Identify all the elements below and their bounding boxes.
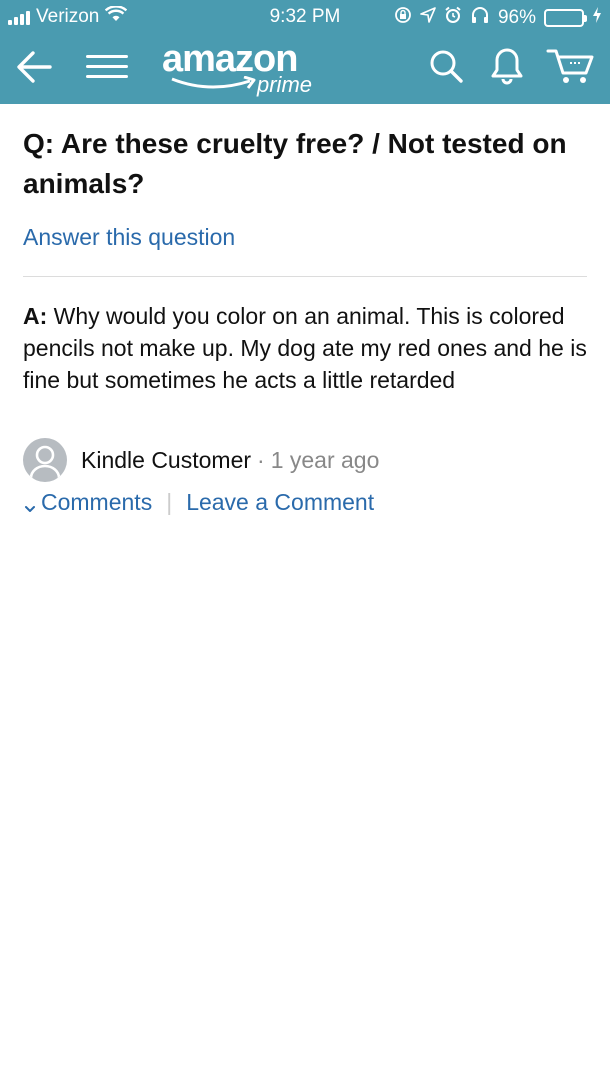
author-separator: · (257, 446, 265, 473)
nav-bar: amazon prime (0, 36, 610, 104)
question-text: Are these cruelty free? / Not tested on … (23, 128, 567, 199)
user-silhouette-icon (29, 445, 61, 479)
answer-author: Kindle Customer · 1 year ago (23, 438, 379, 482)
comments-divider: | (166, 488, 173, 515)
battery-percent: 96% (497, 7, 536, 28)
logo-smile-icon (171, 76, 256, 89)
battery-icon (544, 9, 587, 27)
menu-icon[interactable] (86, 48, 128, 86)
headphones-icon (470, 6, 490, 30)
app-header: Verizon 9:32 PM 96% amazon prime (0, 0, 610, 104)
answer-text: Why would you color on an animal. This i… (23, 303, 587, 393)
status-right: 96% (394, 6, 602, 30)
leave-comment-link[interactable]: Leave a Comment (186, 489, 374, 516)
alarm-icon (444, 6, 462, 30)
question-heading: Q: Are these cruelty free? / Not tested … (23, 124, 587, 204)
logo-sub: prime (257, 72, 313, 97)
bell-icon[interactable] (489, 46, 525, 86)
back-arrow-icon[interactable] (14, 46, 56, 88)
author-name[interactable]: Kindle Customer (81, 447, 251, 474)
rotation-lock-icon (394, 6, 412, 30)
divider (23, 276, 587, 277)
location-icon (420, 7, 436, 29)
answer-time-ago: 1 year ago (270, 446, 380, 473)
cart-icon[interactable] (546, 46, 596, 86)
avatar[interactable] (23, 438, 67, 482)
chevron-down-icon[interactable] (23, 495, 37, 512)
comments-link[interactable]: Comments (41, 489, 152, 516)
answer-this-question-link[interactable]: Answer this question (23, 224, 235, 251)
amazon-prime-logo[interactable]: amazon prime (162, 38, 332, 100)
comments-row: Comments | Leave a Comment (23, 486, 374, 518)
charging-icon (592, 7, 602, 29)
question-prefix: Q: (23, 128, 55, 159)
status-bar: Verizon 9:32 PM 96% (0, 0, 610, 36)
answer-body: A: Why would you color on an animal. Thi… (23, 300, 587, 396)
search-icon[interactable] (428, 48, 464, 84)
answer-prefix: A: (23, 303, 48, 329)
